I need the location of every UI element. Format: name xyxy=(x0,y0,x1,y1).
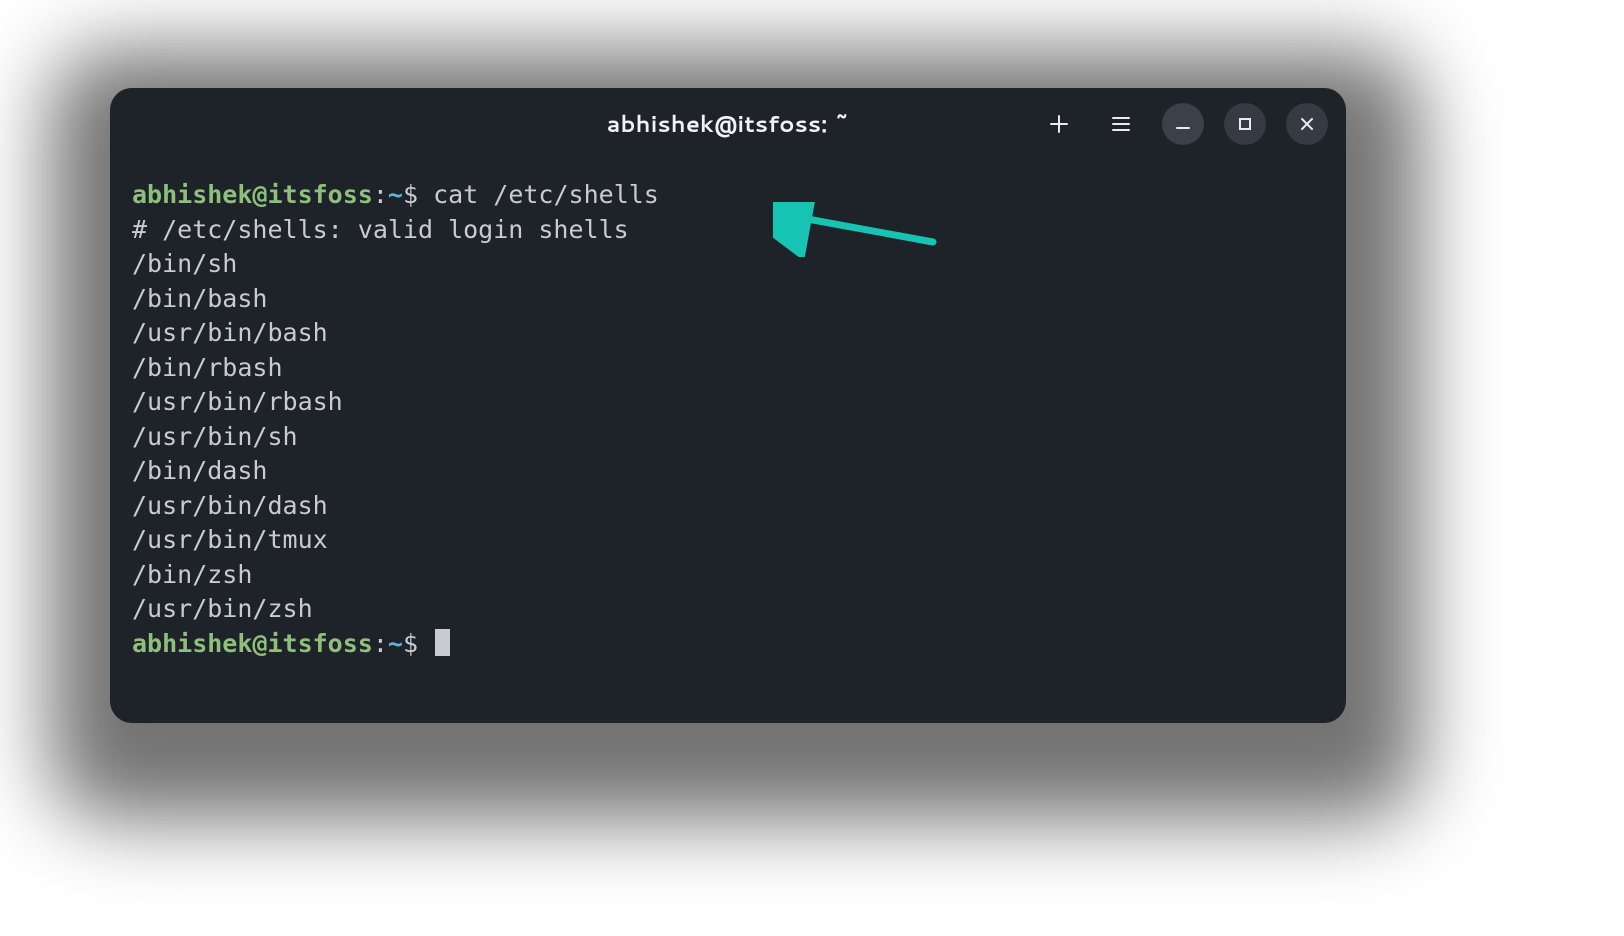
prompt-path: ~ xyxy=(388,629,403,658)
output-line: /usr/bin/rbash xyxy=(132,387,343,416)
hamburger-menu-button[interactable] xyxy=(1100,103,1142,145)
output-line: /usr/bin/sh xyxy=(132,422,298,451)
prompt-colon: : xyxy=(373,629,388,658)
prompt-user-host: abhishek@itsfoss xyxy=(132,629,373,658)
window-controls xyxy=(1038,88,1328,160)
command-text: cat /etc/shells xyxy=(433,180,659,209)
new-tab-button[interactable] xyxy=(1038,103,1080,145)
close-button[interactable] xyxy=(1286,103,1328,145)
output-line: /usr/bin/zsh xyxy=(132,594,313,623)
output-line: /bin/rbash xyxy=(132,353,283,382)
cursor xyxy=(435,629,450,656)
output-line: /bin/zsh xyxy=(132,560,252,589)
hamburger-icon xyxy=(1110,113,1132,135)
close-icon xyxy=(1299,116,1315,132)
output-line: /usr/bin/dash xyxy=(132,491,328,520)
prompt-path: ~ xyxy=(388,180,403,209)
prompt-symbol: $ xyxy=(403,629,418,658)
minimize-button[interactable] xyxy=(1162,103,1204,145)
window-title: abhishek@itsfoss: ~ xyxy=(607,108,850,140)
output-line: /usr/bin/bash xyxy=(132,318,328,347)
maximize-button[interactable] xyxy=(1224,103,1266,145)
output-line: /bin/sh xyxy=(132,249,237,278)
plus-icon xyxy=(1048,113,1070,135)
terminal-window: abhishek@itsfoss: ~ xyxy=(110,88,1346,723)
prompt-colon: : xyxy=(373,180,388,209)
output-line: /bin/bash xyxy=(132,284,267,313)
terminal-body[interactable]: abhishek@itsfoss:~$ cat /etc/shells # /e… xyxy=(110,160,1346,681)
titlebar: abhishek@itsfoss: ~ xyxy=(110,88,1346,160)
maximize-icon xyxy=(1237,116,1253,132)
prompt-user-host: abhishek@itsfoss xyxy=(132,180,373,209)
output-line: # /etc/shells: valid login shells xyxy=(132,215,629,244)
output-line: /bin/dash xyxy=(132,456,267,485)
minimize-icon xyxy=(1174,115,1192,133)
prompt-symbol: $ xyxy=(403,180,418,209)
output-line: /usr/bin/tmux xyxy=(132,525,328,554)
